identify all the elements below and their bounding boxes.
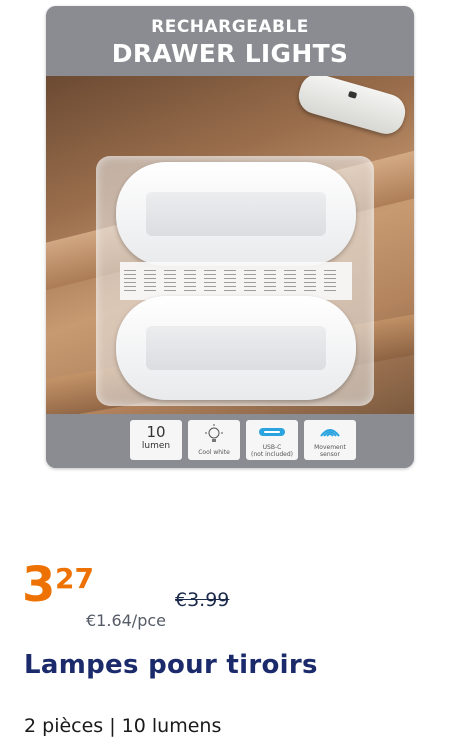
product-image[interactable]: RECHARGEABLE DRAWER LIGHTS 10 lumen Cool… [46, 6, 414, 468]
feature-badges: 10 lumen Cool white USB-C (not included) [46, 414, 414, 468]
instruction-strip [120, 262, 352, 300]
mounted-light [294, 76, 410, 139]
lumen-badge: 10 lumen [130, 420, 182, 460]
motion-sensor-icon [320, 429, 340, 437]
old-price: €3.99 [175, 589, 230, 611]
package-headline: DRAWER LIGHTS [111, 39, 349, 68]
package-subtitle: RECHARGEABLE [151, 17, 309, 37]
product-details: 2 pièces | 10 lumens [24, 715, 222, 737]
lamp-unit [116, 162, 356, 266]
product-title[interactable]: Lampes pour tiroirs [24, 649, 318, 681]
bulb-icon [205, 424, 223, 442]
bulb-badge: Cool white [188, 420, 240, 460]
usb-c-badge: USB-C (not included) [246, 420, 298, 460]
drawer-photo [46, 76, 414, 414]
motion-sensor-badge: Movement sensor [304, 420, 356, 460]
price-decimals: 27 [55, 562, 94, 595]
package-header: RECHARGEABLE DRAWER LIGHTS [46, 6, 414, 76]
price-integer: 3 [22, 557, 56, 613]
unit-price: €1.64/pce [86, 611, 166, 630]
usb-c-icon [259, 428, 285, 436]
lamp-unit [116, 296, 356, 400]
